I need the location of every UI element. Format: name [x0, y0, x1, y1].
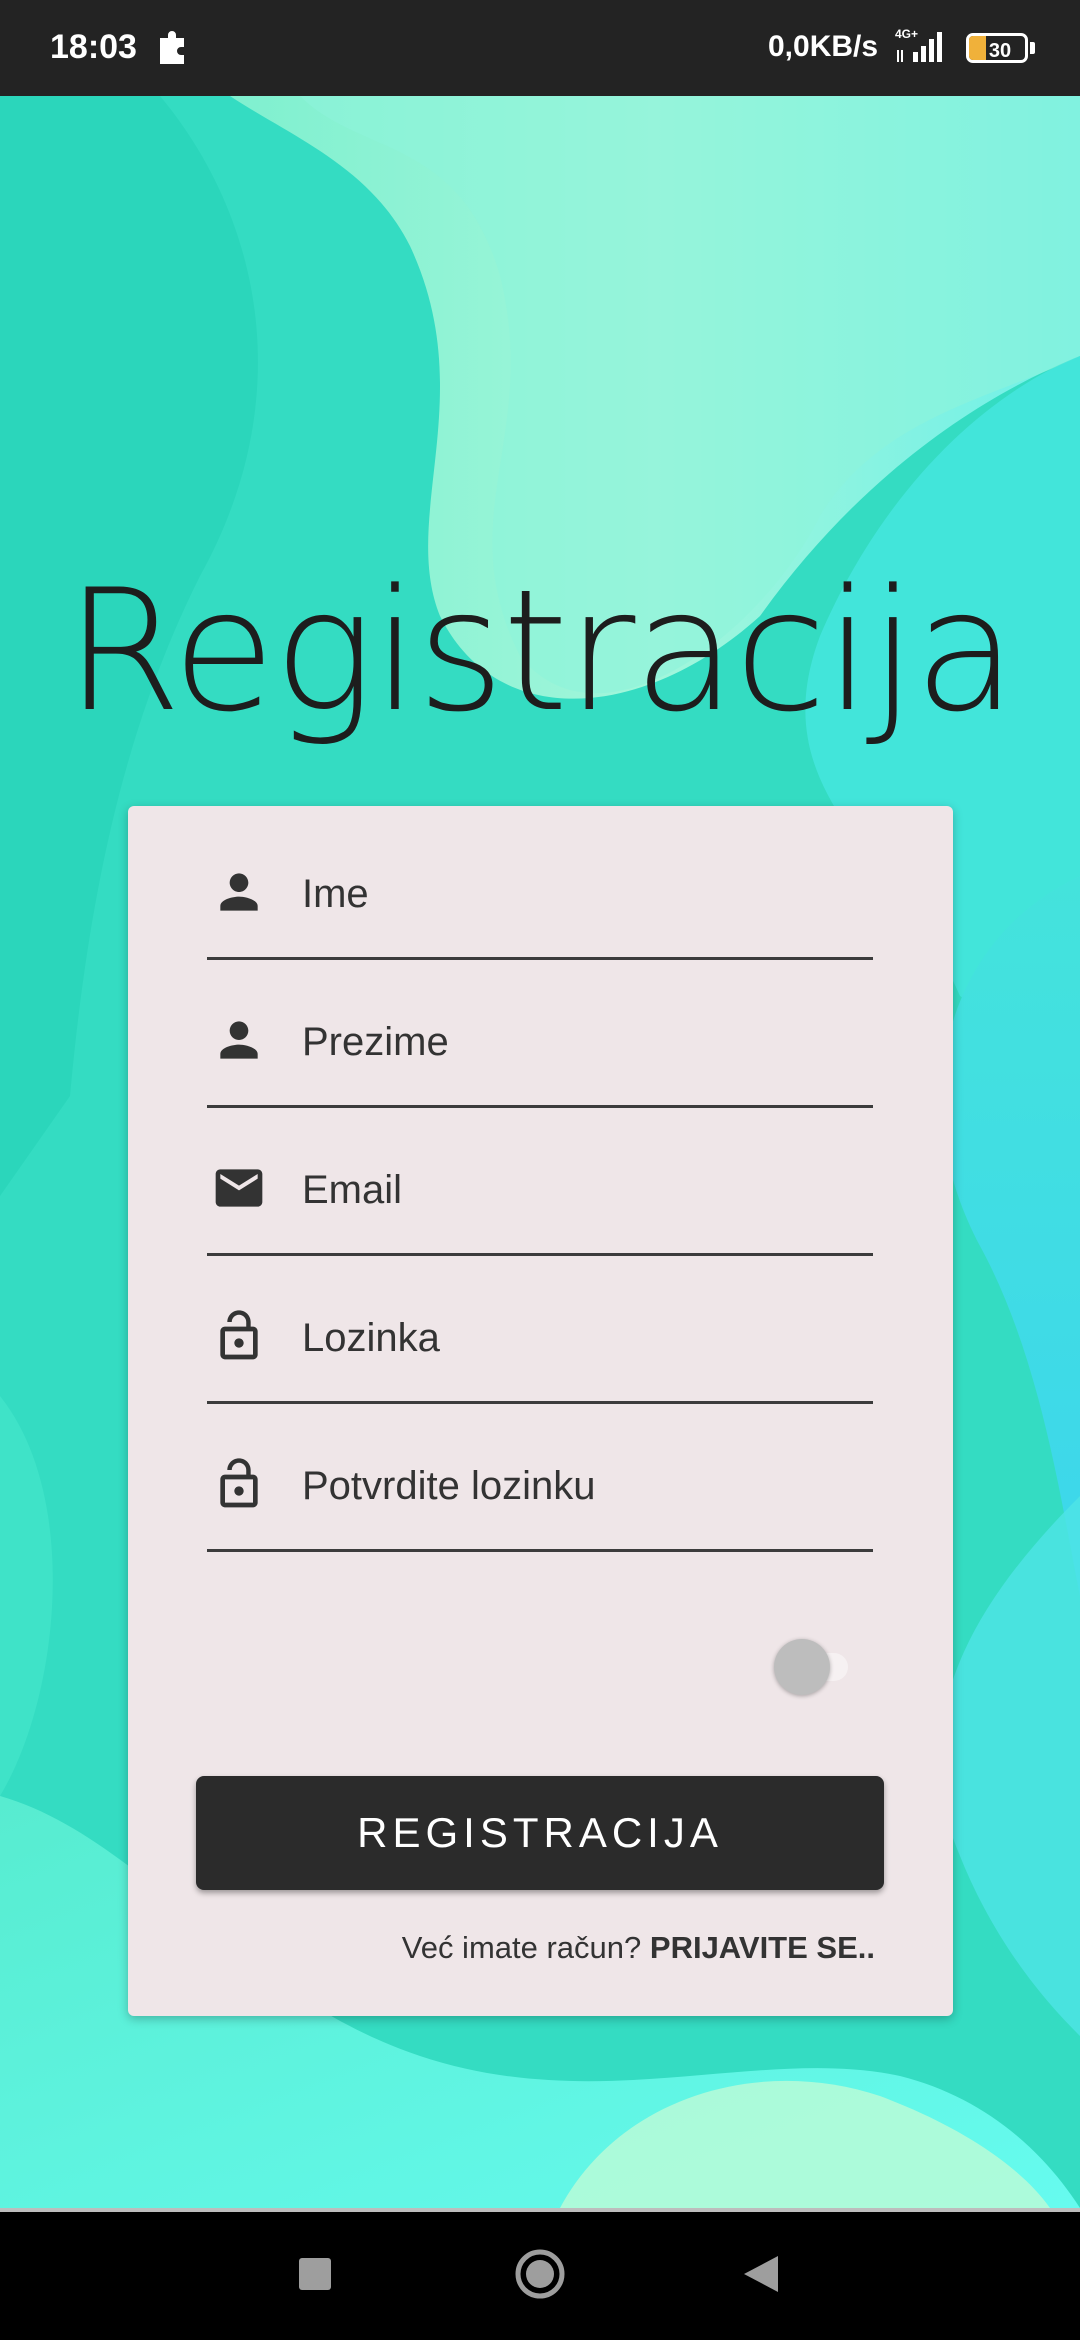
status-bar: 18:03 0,0KB/s 4G+ 30 — [0, 0, 1080, 96]
battery-body: 30 — [966, 33, 1028, 63]
first-name-placeholder: Ime — [302, 872, 369, 916]
recents-button[interactable] — [249, 2208, 381, 2340]
person-icon — [211, 1012, 267, 1068]
person-icon — [211, 864, 267, 920]
battery-icon: 30 — [966, 33, 1036, 63]
password-placeholder: Lozinka — [302, 1316, 440, 1360]
field-underline — [207, 1105, 873, 1108]
email-field[interactable]: Email — [207, 1122, 873, 1256]
first-name-field[interactable]: Ime — [207, 826, 873, 960]
battery-level: 30 — [988, 40, 1012, 62]
last-name-field[interactable]: Prezime — [207, 974, 873, 1108]
last-name-placeholder: Prezime — [302, 1020, 449, 1064]
field-underline — [207, 1549, 873, 1552]
show-password-toggle[interactable] — [766, 1636, 866, 1696]
register-button[interactable]: REGISTRACIJA — [196, 1776, 884, 1890]
square-icon — [299, 2258, 331, 2290]
signal-icon: 4G+ — [893, 26, 951, 66]
login-prompt: Već imate račun? — [401, 1930, 642, 1965]
lock-open-icon — [211, 1308, 267, 1364]
login-prompt-line: Već imate račun? PRIJAVITE SE.. — [402, 1930, 875, 1966]
mail-icon — [211, 1160, 267, 1216]
registration-card: Ime Prezime Email Lozinka Potvrdite lozi… — [128, 806, 953, 2016]
field-underline — [207, 957, 873, 960]
confirm-password-field[interactable]: Potvrdite lozinku — [207, 1418, 873, 1552]
back-button[interactable] — [694, 2208, 826, 2340]
login-link[interactable]: PRIJAVITE SE.. — [650, 1930, 875, 1965]
confirm-password-placeholder: Potvrdite lozinku — [302, 1464, 596, 1508]
page-title: Registracija — [64, 553, 1017, 749]
circle-icon — [515, 2249, 565, 2299]
network-speed: 0,0KB/s — [768, 30, 879, 63]
navigation-bar — [0, 2208, 1080, 2340]
lock-open-icon — [211, 1456, 267, 1512]
battery-tip — [1030, 42, 1035, 54]
triangle-back-icon — [744, 2256, 778, 2292]
home-button[interactable] — [474, 2208, 606, 2340]
toggle-thumb — [774, 1639, 830, 1695]
field-underline — [207, 1253, 873, 1256]
screen: 18:03 0,0KB/s 4G+ 30 Registracija Ime Pr… — [0, 0, 1080, 2340]
puzzle-icon — [156, 30, 190, 66]
password-field[interactable]: Lozinka — [207, 1270, 873, 1404]
network-type: 4G+ — [895, 27, 918, 41]
status-time: 18:03 — [50, 28, 137, 66]
email-placeholder: Email — [302, 1168, 403, 1212]
field-underline — [207, 1401, 873, 1404]
